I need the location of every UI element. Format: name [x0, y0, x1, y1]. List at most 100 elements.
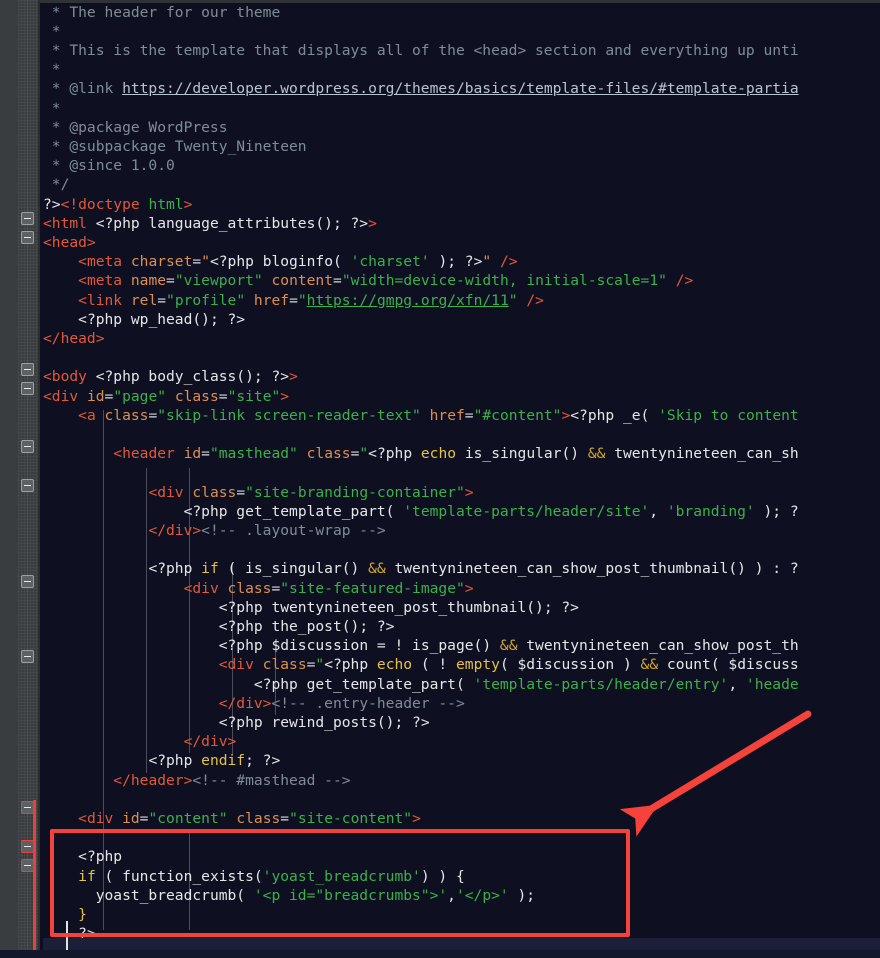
code-token-op: = [464, 406, 474, 424]
code-token-tag: > [464, 483, 474, 501]
fold-collapse-icon[interactable] [21, 575, 34, 588]
code-token-tag: <meta [78, 272, 131, 290]
code-token-php: <?php rewind_posts(); ?> [218, 713, 430, 731]
code-token-cmt: */ [43, 176, 70, 194]
fold-collapse-icon[interactable] [21, 231, 34, 244]
code-token-php: <?php get_template_part( [253, 675, 474, 693]
code-line: if ( function_exists('yoast_breadcrumb')… [43, 867, 465, 886]
code-token-php: <?php the_post(); ?> [218, 617, 395, 635]
code-token-str: "viewport" [174, 272, 263, 290]
code-token-attr: " [482, 253, 492, 271]
code-line: * @package WordPress [43, 118, 228, 137]
fold-collapse-icon[interactable] [21, 840, 34, 853]
code-token-kw: } [78, 905, 87, 923]
code-line: <?php endif; ?> [43, 751, 280, 770]
fold-collapse-icon[interactable] [21, 440, 34, 453]
code-token-php: is_singular() [456, 445, 588, 463]
code-token-tag: </head> [43, 329, 105, 347]
code-text-area[interactable]: * The header for our theme * * This is t… [43, 0, 880, 958]
code-token-tag: </div> [183, 733, 237, 751]
code-token-tag: /> [517, 291, 544, 309]
code-token-cmt: <!-- #masthead --> [192, 771, 351, 789]
code-line: * [43, 60, 61, 79]
fold-collapse-icon[interactable] [21, 363, 34, 376]
code-token-tag: <header [113, 445, 184, 463]
code-token-cmt: * [43, 99, 61, 117]
vcs-change-marker[interactable] [33, 800, 36, 958]
code-line: <?php get_template_part( 'template-parts… [43, 675, 799, 694]
code-token-str: " [297, 291, 307, 309]
fold-collapse-icon[interactable] [21, 479, 34, 492]
code-token-tag: <div [183, 579, 228, 597]
code-token-str: " [508, 291, 518, 309]
code-token-op: = [271, 579, 281, 597]
fold-collapse-icon[interactable] [21, 212, 34, 225]
code-token-str: "site-branding-container" [245, 483, 465, 501]
code-line: <meta charset="<?php bloginfo( 'charset'… [43, 252, 517, 271]
code-token-attr: class [174, 387, 219, 405]
code-line: <div class="site-featured-image"> [43, 579, 474, 598]
code-token-tag: </header> [113, 771, 193, 789]
code-line: * [43, 99, 61, 118]
code-token-str: "profile" [166, 291, 246, 309]
code-token-tag: > [280, 387, 290, 405]
code-token-php: ); [508, 886, 536, 904]
code-token-php: <?php [368, 445, 421, 463]
code-line: <?php $discussion = ! is_page() && twent… [43, 636, 799, 655]
code-token-tag: <!doctype [60, 195, 149, 213]
code-token-php: ?> [43, 195, 61, 213]
code-token-str: "site-featured-image" [280, 579, 465, 597]
code-editor[interactable]: * The header for our theme * * This is t… [0, 0, 880, 958]
fold-collapse-icon[interactable] [21, 382, 34, 395]
code-line: * @link https://developer.wordpress.org/… [43, 79, 799, 98]
code-token-str: 'charset' [350, 253, 430, 271]
code-token-attr: class [104, 406, 149, 424]
code-token-php: ?> [78, 925, 96, 943]
code-token-attr: id [86, 387, 105, 405]
code-line: <head> [43, 233, 96, 252]
code-token-cmt: * [43, 22, 61, 40]
code-token-tag: <div [148, 483, 193, 501]
code-token-op: = [192, 253, 202, 271]
editor-gutter[interactable] [0, 0, 18, 958]
code-line: * The header for our theme [43, 3, 280, 22]
code-token-str: 'template-parts/header/entry' [473, 675, 729, 693]
code-token-op: = [148, 406, 158, 424]
code-token-attr: class [236, 809, 281, 827]
fold-collapse-icon[interactable] [21, 859, 34, 872]
code-token-php: , [649, 502, 667, 520]
code-line: ?> [43, 924, 96, 943]
code-line: <?php twentynineteen_post_thumbnail(); ?… [43, 598, 579, 617]
code-line: */ [43, 175, 70, 194]
code-token-attr: charset [130, 253, 193, 271]
code-token-php: ( ! [412, 656, 457, 674]
code-token-cmt: <!-- .entry-header --> [271, 694, 465, 712]
code-token-tag: > [289, 368, 298, 386]
code-token-op: = [157, 291, 167, 309]
code-line: <?php rewind_posts(); ?> [43, 713, 430, 732]
code-token-tag: /> [666, 272, 694, 290]
code-line: <meta name="viewport" content="width=dev… [43, 271, 693, 290]
fold-collapse-icon[interactable] [21, 801, 34, 814]
code-token-str: '<p id="breadcrumbs">' [253, 886, 448, 904]
code-token-op: = [218, 387, 228, 405]
code-line: <div id="page" class="site"> [43, 387, 289, 406]
code-token-cmt: * This is the template that displays all… [43, 41, 799, 59]
code-line: <a class="skip-link screen-reader-text" … [43, 406, 799, 425]
editor-bottom-border [0, 950, 880, 958]
code-token-php: ) ) { [420, 867, 465, 885]
code-line: </header><!-- #masthead --> [43, 771, 351, 790]
fold-collapse-icon[interactable] [21, 650, 34, 663]
code-token-tag: <div [218, 656, 263, 674]
